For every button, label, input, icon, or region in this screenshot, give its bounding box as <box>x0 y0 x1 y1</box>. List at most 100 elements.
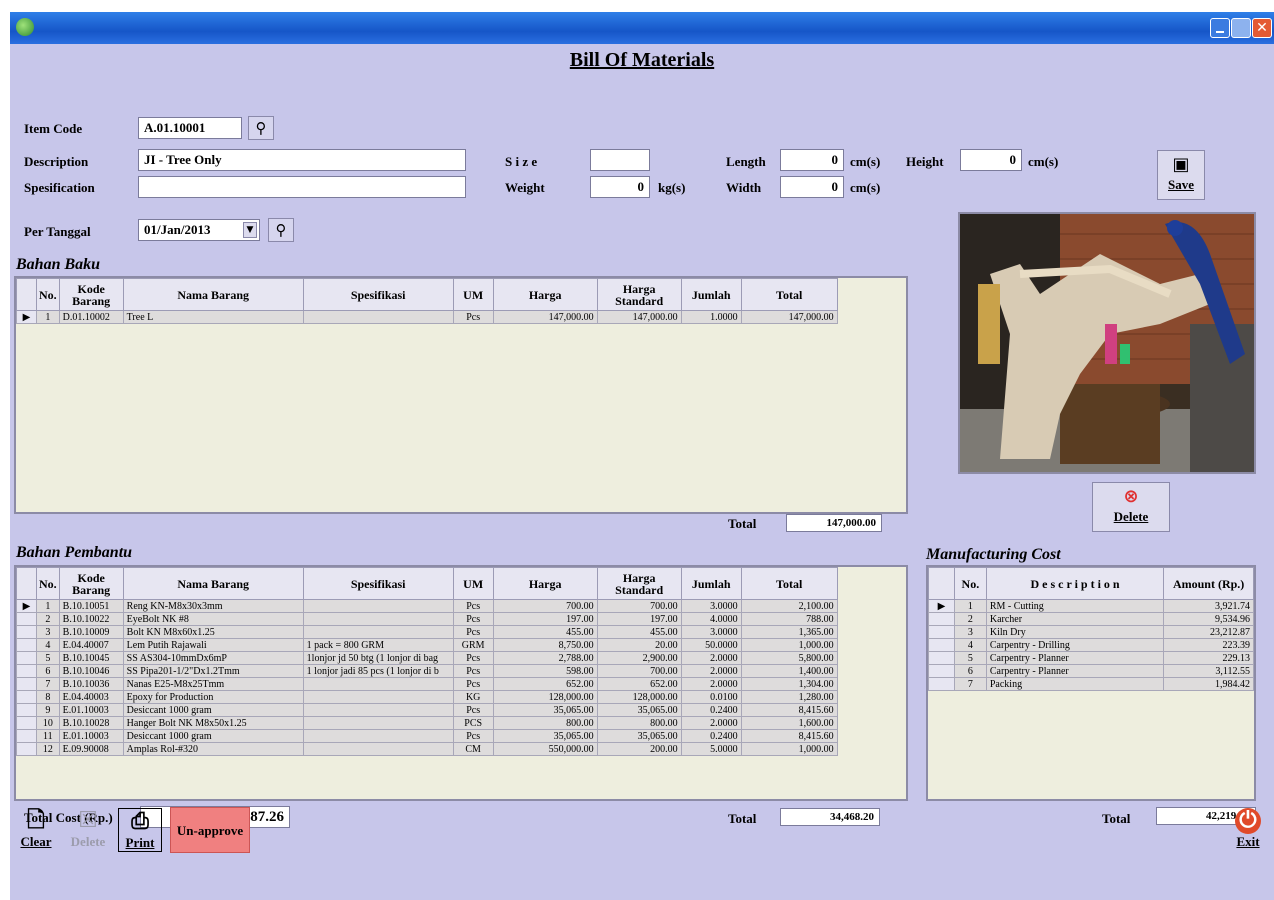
table-cell[interactable]: 6 <box>953 664 987 678</box>
table-cell[interactable]: 700.00 <box>596 664 682 678</box>
table-cell[interactable]: 8,750.00 <box>492 638 598 652</box>
description-field[interactable]: JI - Tree Only <box>138 149 466 171</box>
bahan-pembantu-grid[interactable]: No. Kode Barang Nama Barang Spesifikasi … <box>14 565 908 801</box>
table-cell[interactable]: 4.0000 <box>680 612 742 626</box>
table-row[interactable]: 8 E.04.40003 Epoxy for Production KG 128,000… <box>16 690 838 704</box>
table-cell[interactable]: RM - Cutting <box>985 599 1165 613</box>
table-cell[interactable]: B.10.10036 <box>58 677 124 691</box>
table-cell[interactable]: 3 <box>36 625 60 639</box>
date-search-button[interactable]: ⚲ <box>268 218 294 242</box>
table-cell[interactable] <box>302 612 454 626</box>
table-cell[interactable]: 4 <box>953 638 987 652</box>
table-cell[interactable]: 35,065.00 <box>596 703 682 717</box>
print-button[interactable]: ⎙ Print <box>118 808 162 852</box>
row-selector[interactable]: ▶ <box>928 599 955 613</box>
row-selector[interactable] <box>16 651 37 665</box>
table-cell[interactable]: 223.39 <box>1163 638 1254 652</box>
table-cell[interactable]: Desiccant 1000 gram <box>122 729 304 743</box>
table-cell[interactable]: 1 <box>953 599 987 613</box>
table-cell[interactable]: 200.00 <box>596 742 682 756</box>
table-cell[interactable]: 147,000.00 <box>596 310 682 324</box>
table-row[interactable]: 7 Packing 1,984.42 <box>928 677 1254 691</box>
table-cell[interactable]: 700.00 <box>492 599 598 613</box>
item-code-field[interactable]: A.01.10001 <box>138 117 242 139</box>
table-cell[interactable]: Packing <box>985 677 1165 691</box>
table-cell[interactable]: Kiln Dry <box>985 625 1165 639</box>
table-cell[interactable]: 652.00 <box>596 677 682 691</box>
table-cell[interactable]: E.01.10003 <box>58 729 124 743</box>
table-cell[interactable]: 8,415.60 <box>740 729 838 743</box>
table-cell[interactable]: 1,000.00 <box>740 638 838 652</box>
table-cell[interactable]: 8 <box>36 690 60 704</box>
table-row[interactable]: 10 B.10.10028 Hanger Bolt NK M8x50x1.25 PCS… <box>16 716 838 730</box>
table-cell[interactable]: E.04.40003 <box>58 690 124 704</box>
table-cell[interactable]: 2.0000 <box>680 716 742 730</box>
table-row[interactable]: 2 B.10.10022 EyeBolt NK #8 Pcs 197.00 197.00 4… <box>16 612 838 626</box>
table-cell[interactable]: 147,000.00 <box>492 310 598 324</box>
table-cell[interactable]: 455.00 <box>596 625 682 639</box>
table-cell[interactable]: Nanas E25-M8x25Tmm <box>122 677 304 691</box>
table-cell[interactable]: 3.0000 <box>680 599 742 613</box>
table-cell[interactable]: Hanger Bolt NK M8x50x1.25 <box>122 716 304 730</box>
table-cell[interactable]: 1,365.00 <box>740 625 838 639</box>
row-selector[interactable] <box>928 651 955 665</box>
table-row[interactable]: ▶ 1 D.01.10002 Tree L Pcs 147,000.00 147,000.0… <box>16 310 838 324</box>
table-cell[interactable]: D.01.10002 <box>58 310 124 324</box>
size-field[interactable] <box>590 149 650 171</box>
row-selector[interactable] <box>16 742 37 756</box>
table-cell[interactable]: 2,788.00 <box>492 651 598 665</box>
table-cell[interactable] <box>302 690 454 704</box>
table-cell[interactable] <box>302 310 454 324</box>
table-cell[interactable]: 3 <box>953 625 987 639</box>
table-cell[interactable]: 2.0000 <box>680 664 742 678</box>
table-cell[interactable]: SS AS304-10mmDx6mP <box>122 651 304 665</box>
unapprove-button[interactable]: Un-approve <box>170 807 250 853</box>
row-selector[interactable] <box>16 638 37 652</box>
table-cell[interactable]: 6 <box>36 664 60 678</box>
table-row[interactable]: 3 Kiln Dry 23,212.87 <box>928 625 1254 639</box>
table-cell[interactable]: CM <box>452 742 494 756</box>
row-selector[interactable] <box>16 625 37 639</box>
table-row[interactable]: 2 Karcher 9,534.96 <box>928 612 1254 626</box>
row-selector[interactable] <box>16 664 37 678</box>
table-cell[interactable]: 128,000.00 <box>492 690 598 704</box>
save-button[interactable]: ▣ Save <box>1157 150 1205 200</box>
table-row[interactable]: 11 E.01.10003 Desiccant 1000 gram Pcs 35,065… <box>16 729 838 743</box>
table-cell[interactable]: 5.0000 <box>680 742 742 756</box>
table-cell[interactable]: 10 <box>36 716 60 730</box>
table-cell[interactable]: 1,000.00 <box>740 742 838 756</box>
row-selector[interactable] <box>16 690 37 704</box>
table-cell[interactable]: 1 lonjor jadi 85 pcs (1 lonjor di b <box>302 664 454 678</box>
table-cell[interactable] <box>302 716 454 730</box>
row-selector[interactable]: ▶ <box>16 310 37 324</box>
table-cell[interactable]: 2 <box>36 612 60 626</box>
table-cell[interactable]: E.04.40007 <box>58 638 124 652</box>
table-cell[interactable]: 2,900.00 <box>596 651 682 665</box>
table-cell[interactable]: 0.2400 <box>680 729 742 743</box>
table-cell[interactable]: 2.0000 <box>680 677 742 691</box>
table-row[interactable]: 9 E.01.10003 Desiccant 1000 gram Pcs 35,065.… <box>16 703 838 717</box>
row-selector[interactable] <box>928 638 955 652</box>
table-cell[interactable]: Amplas Rol-#320 <box>122 742 304 756</box>
table-cell[interactable]: 35,065.00 <box>492 703 598 717</box>
row-selector[interactable] <box>928 612 955 626</box>
table-cell[interactable]: 0.2400 <box>680 703 742 717</box>
table-cell[interactable]: GRM <box>452 638 494 652</box>
row-selector[interactable] <box>928 677 955 691</box>
table-row[interactable]: 7 B.10.10036 Nanas E25-M8x25Tmm Pcs 652.00 65… <box>16 677 838 691</box>
row-selector[interactable]: ▶ <box>16 599 37 613</box>
table-cell[interactable]: 788.00 <box>740 612 838 626</box>
table-cell[interactable]: 1,280.00 <box>740 690 838 704</box>
table-row[interactable]: 5 B.10.10045 SS AS304-10mmDx6mP 1lonjor jd … <box>16 651 838 665</box>
table-cell[interactable]: 12 <box>36 742 60 756</box>
table-cell[interactable]: Karcher <box>985 612 1165 626</box>
table-cell[interactable]: B.10.10051 <box>58 599 124 613</box>
table-cell[interactable]: 2.0000 <box>680 651 742 665</box>
table-cell[interactable] <box>302 677 454 691</box>
table-cell[interactable]: 652.00 <box>492 677 598 691</box>
table-cell[interactable]: 147,000.00 <box>740 310 838 324</box>
table-cell[interactable]: 800.00 <box>492 716 598 730</box>
manufacturing-cost-grid[interactable]: No. D e s c r i p t i o n Amount (Rp.) ▶… <box>926 565 1256 801</box>
delete-button[interactable]: ☒ Delete <box>66 808 110 852</box>
table-cell[interactable] <box>302 742 454 756</box>
